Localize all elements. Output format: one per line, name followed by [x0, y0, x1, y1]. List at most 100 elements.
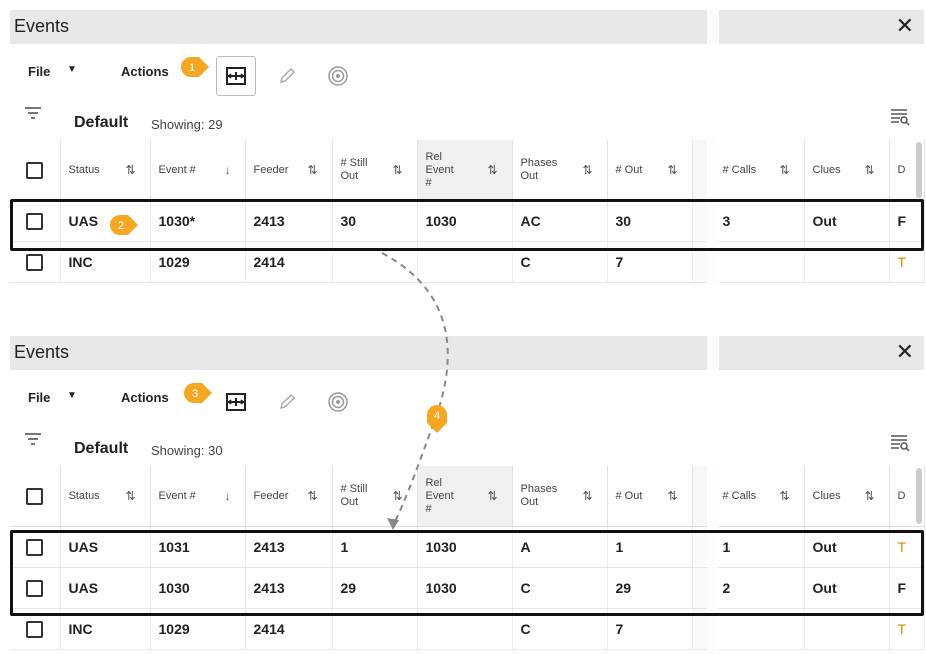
search-list-icon[interactable]: [890, 434, 910, 452]
highlight-after-rows: [10, 530, 924, 616]
column-label: Clues: [812, 489, 841, 502]
edit-button[interactable]: [267, 56, 307, 96]
target-icon: [328, 392, 348, 412]
file-menu[interactable]: File: [28, 390, 50, 405]
sort-icon[interactable]: ⇅: [779, 489, 789, 503]
column-header-still_out[interactable]: # Still Out ⇅: [332, 466, 418, 527]
select-all-checkbox-cell[interactable]: [10, 140, 61, 201]
column-label: Feeder: [253, 489, 289, 502]
sort-icon[interactable]: ⇅: [125, 489, 135, 503]
column-header-status[interactable]: Status ⇅: [60, 140, 151, 201]
column-header-out[interactable]: # Out ⇅: [607, 466, 693, 527]
column-header-out[interactable]: # Out ⇅: [607, 140, 693, 201]
sort-icon[interactable]: ⇅: [487, 489, 497, 503]
sort-icon[interactable]: ⇅: [392, 489, 402, 503]
row-checkbox[interactable]: [26, 253, 44, 271]
svg-text:2: 2: [118, 220, 124, 232]
column-header-phases_out[interactable]: Phases Out ⇅: [512, 140, 608, 201]
target-icon: [328, 66, 348, 86]
highlight-before-row: [10, 199, 924, 251]
callout-badge: 3: [184, 383, 212, 403]
toolbar: File ▼ Actions: [10, 370, 924, 424]
column-header-still_out[interactable]: # Still Out ⇅: [332, 140, 418, 201]
column-header-clues[interactable]: Clues ⇅: [804, 466, 890, 527]
actions-menu[interactable]: Actions: [121, 390, 169, 405]
sort-icon[interactable]: ⇅: [582, 489, 592, 503]
sort-icon[interactable]: ⇅: [392, 163, 402, 177]
filter-bar: Default Showing: 30: [10, 424, 924, 464]
sort-icon[interactable]: ⇅: [667, 489, 677, 503]
chevron-down-icon[interactable]: ▼: [67, 64, 77, 75]
column-label: Clues: [812, 163, 841, 176]
sort-icon[interactable]: ⇅: [307, 163, 317, 177]
target-button[interactable]: [318, 56, 358, 96]
column-header-status[interactable]: Status ⇅: [60, 466, 151, 527]
column-header-clues[interactable]: Clues ⇅: [804, 140, 890, 201]
split-event-icon: [226, 393, 246, 411]
column-label: Phases Out: [520, 157, 558, 182]
edit-pencil-icon: [279, 393, 296, 410]
sort-icon[interactable]: ⇅: [487, 163, 497, 177]
select-all-checkbox-cell[interactable]: [10, 466, 61, 527]
column-header-event[interactable]: Event # ↓: [150, 140, 246, 201]
table-header-row: Status ⇅ Event # ↓ Feeder ⇅ # Still Out ⇅ Rel Ev…: [10, 140, 925, 201]
view-name[interactable]: Default: [74, 114, 128, 132]
filter-icon[interactable]: [24, 432, 42, 446]
split-event-icon: [226, 67, 246, 85]
sort-desc-icon[interactable]: ↓: [225, 489, 231, 503]
sort-icon[interactable]: ⇅: [667, 163, 677, 177]
column-header-calls[interactable]: # Calls ⇅: [714, 140, 805, 201]
column-label: # Calls: [722, 489, 757, 502]
search-list-icon[interactable]: [890, 108, 910, 126]
target-button[interactable]: [318, 382, 358, 422]
title-bar: Events ✕: [10, 10, 924, 44]
split-event-button[interactable]: [216, 382, 256, 422]
column-label: Feeder: [253, 163, 289, 176]
window-title: Events: [14, 16, 70, 36]
column-header-rel_event[interactable]: Rel Event # ⇅: [417, 466, 513, 527]
column-label: Rel Event #: [425, 150, 454, 189]
column-label: # Out: [615, 163, 643, 176]
column-label: D: [897, 489, 906, 502]
column-header-rel_event[interactable]: Rel Event # ⇅: [417, 140, 513, 201]
row-checkbox[interactable]: [26, 620, 44, 638]
title-bar: Events ✕: [10, 336, 924, 370]
file-menu[interactable]: File: [28, 64, 50, 79]
split-event-button[interactable]: [216, 56, 256, 96]
chevron-down-icon[interactable]: ▼: [67, 390, 77, 401]
actions-menu[interactable]: Actions: [121, 64, 169, 79]
column-header-feeder[interactable]: Feeder ⇅: [245, 466, 333, 527]
view-name[interactable]: Default: [74, 440, 128, 458]
sort-icon[interactable]: ⇅: [779, 163, 789, 177]
sort-desc-icon[interactable]: ↓: [225, 163, 231, 177]
column-label: # Calls: [722, 163, 757, 176]
column-header-event[interactable]: Event # ↓: [150, 466, 246, 527]
sort-icon[interactable]: ⇅: [125, 163, 135, 177]
column-label: D: [897, 163, 906, 176]
window-title: Events: [14, 342, 70, 362]
select-all-checkbox[interactable]: [26, 487, 44, 505]
sort-icon[interactable]: ⇅: [864, 163, 874, 177]
filter-icon[interactable]: [24, 106, 42, 120]
svg-text:4: 4: [434, 410, 440, 422]
scrollbar[interactable]: [916, 468, 922, 524]
close-icon[interactable]: ✕: [896, 13, 914, 39]
row-count: Showing: 29: [151, 117, 223, 132]
svg-text:1: 1: [189, 62, 195, 74]
scrollbar[interactable]: [916, 142, 922, 198]
sort-icon[interactable]: ⇅: [307, 489, 317, 503]
column-header-calls[interactable]: # Calls ⇅: [714, 466, 805, 527]
column-label: # Still Out: [340, 157, 368, 182]
sort-icon[interactable]: ⇅: [864, 489, 874, 503]
table-header-row: Status ⇅ Event # ↓ Feeder ⇅ # Still Out ⇅ Rel Ev…: [10, 466, 925, 527]
toolbar: File ▼ Actions: [10, 44, 924, 98]
column-label: Event #: [158, 489, 196, 502]
column-label: Status: [68, 163, 100, 176]
callout-badge: 4: [427, 405, 447, 433]
select-all-checkbox[interactable]: [26, 161, 44, 179]
column-header-phases_out[interactable]: Phases Out ⇅: [512, 466, 608, 527]
column-header-feeder[interactable]: Feeder ⇅: [245, 140, 333, 201]
close-icon[interactable]: ✕: [896, 339, 914, 365]
edit-button[interactable]: [267, 382, 307, 422]
sort-icon[interactable]: ⇅: [582, 163, 592, 177]
